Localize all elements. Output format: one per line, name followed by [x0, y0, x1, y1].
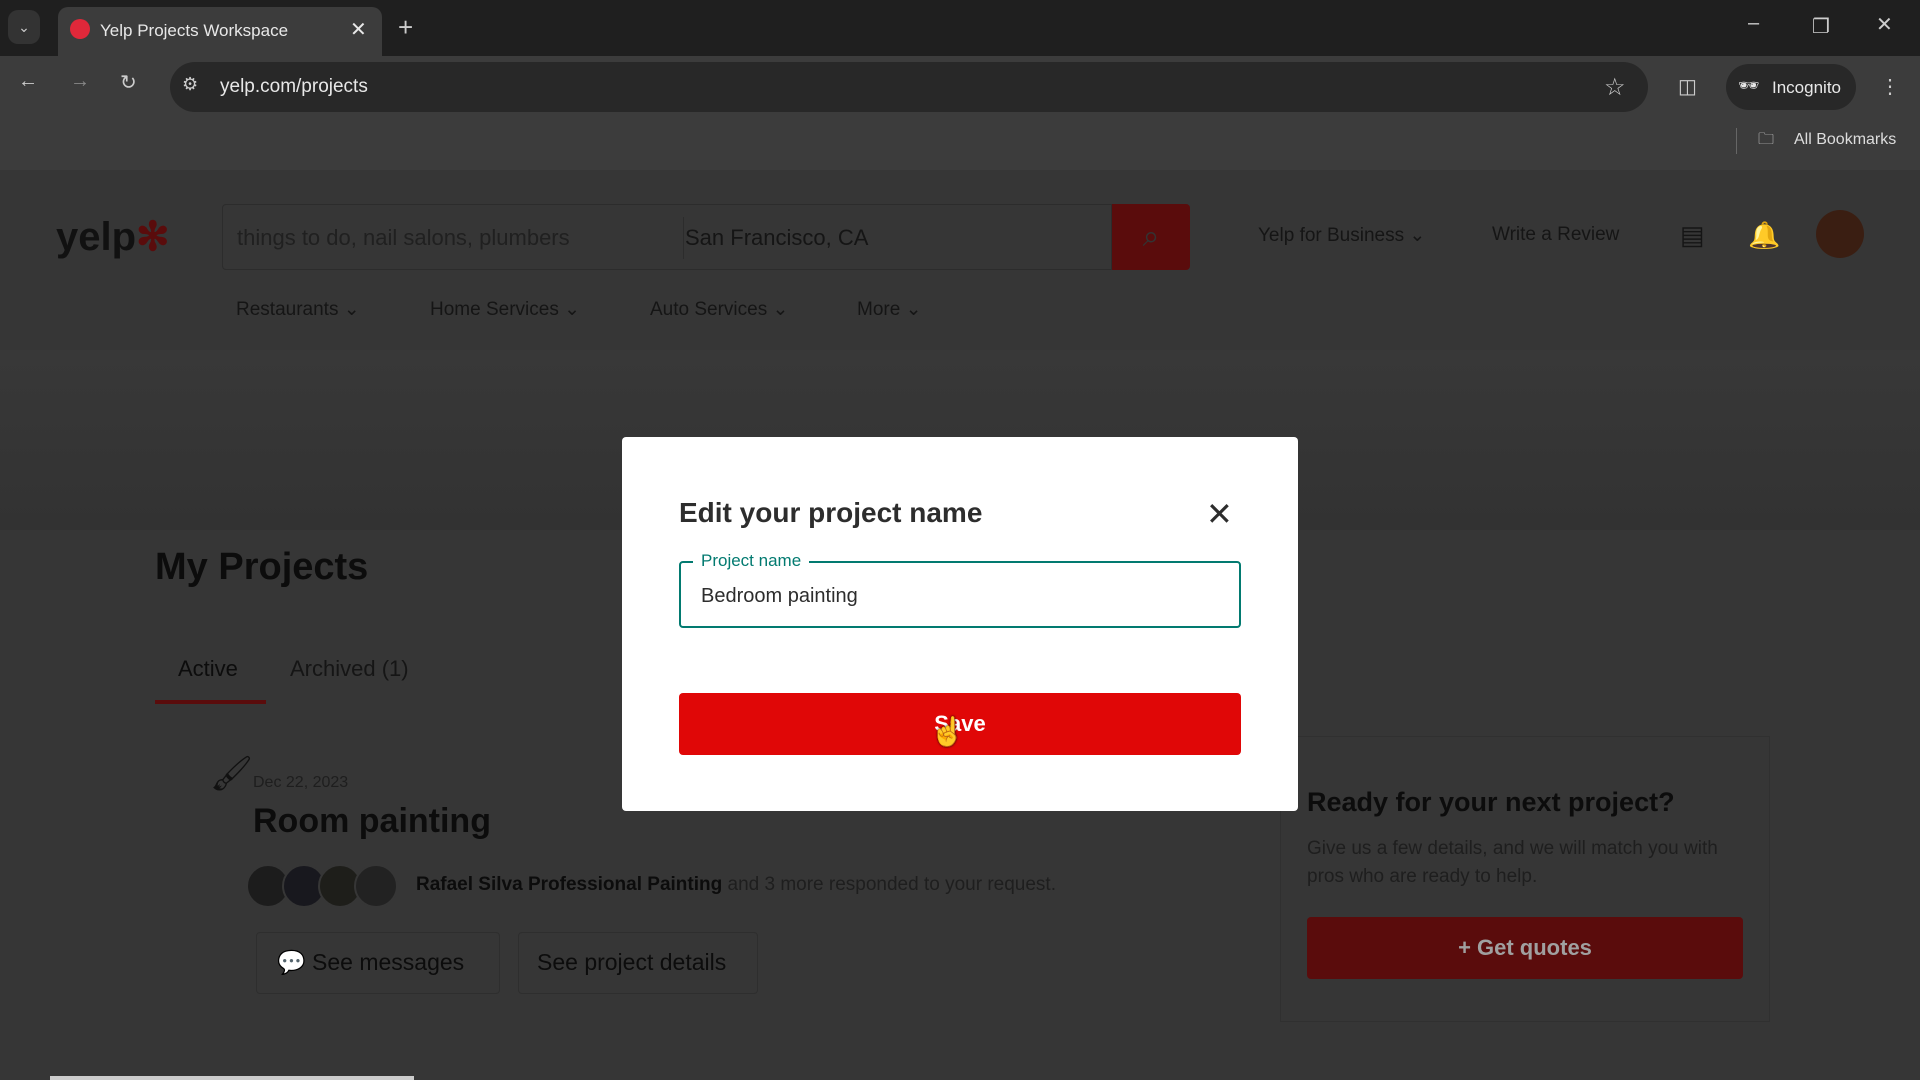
field-label: Project name	[693, 551, 810, 571]
url-text: yelp.com/projects	[220, 76, 368, 97]
page-title: My Projects	[155, 546, 369, 588]
responders-text: Rafael Silva Professional Painting and 3…	[416, 874, 1056, 895]
new-tab-icon[interactable]: +	[398, 12, 413, 43]
location-input[interactable]: San Francisco, CA	[685, 225, 868, 251]
projects-icon[interactable]: ▤	[1680, 220, 1705, 251]
avatar[interactable]	[1816, 210, 1864, 258]
search-bar: things to do, nail salons, plumbers San …	[222, 204, 1112, 270]
promo-card: Ready for your next project? Give us a f…	[1280, 736, 1770, 1022]
project-date: Dec 22, 2023	[253, 774, 349, 791]
project-name-field[interactable]: Project name Bedroom painting	[679, 551, 1241, 628]
nav-restaurants[interactable]: Restaurants ⌄	[236, 298, 360, 321]
reload-icon[interactable]: ↻	[120, 70, 137, 95]
get-quotes-button[interactable]: + Get quotes	[1307, 917, 1743, 979]
cursor-hand-icon: ☝	[930, 716, 965, 747]
window-close-icon[interactable]: ✕	[1876, 12, 1893, 37]
bookmark-star-icon[interactable]: ☆	[1604, 73, 1626, 102]
all-bookmarks[interactable]: All Bookmarks	[1794, 131, 1896, 149]
yelp-for-business-menu[interactable]: Yelp for Business ⌄	[1258, 224, 1425, 247]
see-project-details-button[interactable]: See project details	[518, 932, 758, 994]
tab-archived[interactable]: Archived (1)	[290, 656, 409, 682]
incognito-badge[interactable]: 🕶 Incognito	[1726, 64, 1856, 110]
tab-close-icon[interactable]: ✕	[350, 17, 367, 42]
chat-icon: 💬	[277, 949, 306, 975]
search-button[interactable]: ⌕	[1112, 204, 1190, 270]
dialog-title: Edit your project name	[679, 497, 983, 528]
active-tab-underline	[155, 700, 266, 704]
paintbrush-icon: 🖌	[210, 755, 254, 793]
address-bar[interactable]: ⚙ yelp.com/projects ☆	[170, 62, 1648, 112]
promo-title: Ready for your next project?	[1307, 787, 1675, 817]
folder-icon: 🗀	[1758, 131, 1775, 148]
project-title: Room painting	[253, 802, 491, 840]
search-input[interactable]: things to do, nail salons, plumbers	[237, 225, 570, 251]
browser-tab[interactable]: Yelp Projects Workspace ✕	[58, 7, 382, 56]
scrollbar[interactable]	[50, 1076, 414, 1080]
tab-active[interactable]: Active	[178, 656, 238, 682]
restore-icon[interactable]: ❐	[1812, 14, 1830, 39]
responder-avatars	[246, 864, 406, 908]
edit-project-name-dialog: Edit your project name ✕ Project name Be…	[622, 437, 1298, 811]
write-review-link[interactable]: Write a Review	[1492, 224, 1619, 246]
bookmarks-bar: 🗀 All Bookmarks	[0, 112, 1920, 170]
bell-icon[interactable]: 🔔	[1748, 220, 1780, 251]
back-icon[interactable]: ←	[18, 70, 38, 93]
tab-bar: ⌄ Yelp Projects Workspace ✕ + – ❐ ✕	[0, 0, 1920, 56]
forward-icon[interactable]: →	[70, 70, 90, 93]
site-info-icon[interactable]: ⚙	[182, 74, 198, 95]
tab-title: Yelp Projects Workspace	[100, 21, 289, 40]
side-panel-icon[interactable]: ◫	[1678, 74, 1697, 99]
project-name-input[interactable]: Bedroom painting	[701, 585, 858, 608]
yelp-logo[interactable]: yelp✻	[56, 214, 170, 260]
menu-icon[interactable]: ⋮	[1880, 74, 1900, 99]
promo-text: Give us a few details, and we will match…	[1307, 838, 1718, 887]
search-icon: ⌕	[1142, 220, 1160, 253]
nav-auto-services[interactable]: Auto Services ⌄	[650, 298, 788, 321]
minimize-icon[interactable]: –	[1748, 12, 1759, 35]
nav-more[interactable]: More ⌄	[857, 298, 922, 321]
incognito-icon: 🕶	[1738, 76, 1760, 95]
tab-search-button[interactable]: ⌄	[8, 10, 40, 44]
close-icon[interactable]: ✕	[1206, 495, 1233, 533]
nav-home-services[interactable]: Home Services ⌄	[430, 298, 580, 321]
see-messages-button[interactable]: 💬 See messages	[256, 932, 500, 994]
incognito-label: Incognito	[1772, 78, 1841, 97]
yelp-favicon-icon	[70, 19, 90, 39]
